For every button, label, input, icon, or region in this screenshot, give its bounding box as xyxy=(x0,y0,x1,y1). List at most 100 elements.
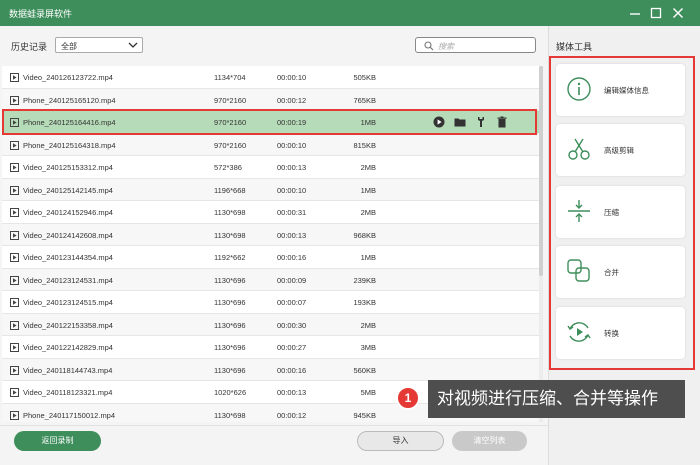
filter-value: 全部 xyxy=(61,42,77,51)
tool-label: 高级剪辑 xyxy=(604,146,634,155)
file-name: Video_240123124531.mp4 xyxy=(23,275,113,285)
file-row[interactable]: Video_240124142608.mp4 1130*698 00:00:13 96… xyxy=(2,223,543,246)
file-row[interactable]: Video_240125142145.mp4 1196*668 00:00:10 1M… xyxy=(2,178,543,201)
file-duration: 00:00:13 xyxy=(277,163,307,172)
tool-convert[interactable]: 转换 xyxy=(556,307,685,359)
file-row[interactable]: Video_240118144743.mp4 1130*696 00:00:16 56… xyxy=(2,358,543,381)
clear-list-button[interactable]: 清空列表 xyxy=(452,431,527,451)
file-duration: 00:00:10 xyxy=(277,140,307,150)
file-size: 5MB xyxy=(360,388,376,397)
tool-label: 编辑媒体信息 xyxy=(604,86,649,95)
history-label: 历史记录 xyxy=(11,42,48,52)
file-row[interactable]: Video_240124152946.mp4 1130*698 00:00:31 2M… xyxy=(2,201,543,224)
video-file-icon xyxy=(10,95,19,107)
file-row[interactable]: Phone_240125165120.mp4 970*2160 00:00:12 76… xyxy=(2,88,543,111)
callout-text: 对视频进行压缩、合并等操作 xyxy=(428,380,685,418)
file-row[interactable]: Video_240122153358.mp4 1130*696 00:00:30 2M… xyxy=(2,313,543,336)
media-tools-title: 媒体工具 xyxy=(556,42,593,52)
filter-select[interactable]: 全部 xyxy=(55,37,143,53)
scrollbar-thumb[interactable] xyxy=(539,66,543,276)
tool-merge[interactable]: 合并 xyxy=(556,246,685,298)
file-size: 560KB xyxy=(353,365,376,375)
file-duration: 00:00:13 xyxy=(277,388,307,397)
window-title: 数据蛙录屏软件 xyxy=(9,9,73,19)
file-row[interactable]: Video_240123124531.mp4 1130*696 00:00:09 23… xyxy=(2,268,543,291)
file-resolution: 970*2160 xyxy=(214,95,247,105)
video-file-icon xyxy=(10,410,19,422)
file-resolution: 970*2160 xyxy=(214,118,247,127)
file-size: 3MB xyxy=(360,343,376,352)
file-name: Video_240126123722.mp4 xyxy=(23,73,113,82)
file-name: Video_240123124515.mp4 xyxy=(23,298,113,307)
tool-advanced-edit[interactable]: 高级剪辑 xyxy=(556,124,685,176)
file-name: Video_240118123321.mp4 xyxy=(23,388,113,397)
import-button[interactable]: 导入 xyxy=(357,431,444,451)
file-duration: 00:00:27 xyxy=(277,343,307,352)
file-size: 193KB xyxy=(353,298,376,307)
tool-compress[interactable]: 压缩 xyxy=(556,186,685,238)
file-duration: 00:00:12 xyxy=(277,410,307,420)
file-size: 1MB xyxy=(360,118,376,127)
file-duration: 00:00:07 xyxy=(277,298,307,307)
info-icon xyxy=(567,77,591,101)
delete-icon[interactable] xyxy=(496,116,508,128)
file-name: Phone_240125164416.mp4 xyxy=(23,118,116,127)
file-resolution: 1134*704 xyxy=(214,73,246,82)
file-name: Video_240122142829.mp4 xyxy=(23,343,113,352)
file-size: 239KB xyxy=(353,275,376,285)
file-name: Video_240125153312.mp4 xyxy=(23,163,113,172)
folder-icon[interactable] xyxy=(454,116,466,128)
file-resolution: 1192*662 xyxy=(214,253,246,262)
file-name: Video_240124152946.mp4 xyxy=(23,208,113,217)
file-row[interactable]: Phone_240125164416.mp4 970*2160 00:00:19 1M… xyxy=(2,111,543,134)
video-file-icon xyxy=(10,230,19,242)
tools-icon[interactable] xyxy=(475,116,487,128)
file-resolution: 970*2160 xyxy=(214,140,247,150)
video-file-icon xyxy=(10,253,19,264)
file-row[interactable]: Video_240123144354.mp4 1192*662 00:00:16 1M… xyxy=(2,246,543,269)
file-size: 2MB xyxy=(360,208,376,217)
file-name: Video_240122153358.mp4 xyxy=(23,320,113,330)
maximize-icon[interactable] xyxy=(647,4,665,22)
file-resolution: 1130*698 xyxy=(214,410,246,420)
file-resolution: 1130*698 xyxy=(214,230,246,240)
file-size: 2MB xyxy=(360,320,376,330)
file-row[interactable]: Video_240122142829.mp4 1130*696 00:00:27 3M… xyxy=(2,336,543,359)
scissors-icon xyxy=(568,138,590,160)
compress-icon xyxy=(568,200,590,222)
file-resolution: 1130*696 xyxy=(214,320,246,330)
minimize-icon[interactable] xyxy=(626,4,644,22)
file-size: 505KB xyxy=(353,73,376,82)
file-name: Video_240124142608.mp4 xyxy=(23,230,113,240)
video-file-icon xyxy=(10,388,19,399)
file-size: 1MB xyxy=(360,185,376,195)
chevron-down-icon xyxy=(128,42,138,48)
file-resolution: 1130*696 xyxy=(214,275,246,285)
file-resolution: 572*386 xyxy=(214,163,242,172)
back-to-record-button[interactable]: 返回录制 xyxy=(14,431,101,451)
file-name: Phone_240125164318.mp4 xyxy=(23,140,116,150)
file-duration: 00:00:16 xyxy=(277,365,307,375)
file-duration: 00:00:31 xyxy=(277,208,307,217)
title-bar: 数据蛙录屏软件 xyxy=(0,0,700,26)
file-resolution: 1196*668 xyxy=(214,185,246,195)
file-name: Video_240123144354.mp4 xyxy=(23,253,113,262)
file-size: 1MB xyxy=(360,253,376,262)
tool-label: 压缩 xyxy=(604,208,619,217)
search-input[interactable]: 搜索 xyxy=(415,37,536,53)
file-size: 765KB xyxy=(353,95,376,105)
play-icon[interactable] xyxy=(433,116,445,128)
video-file-icon xyxy=(10,320,19,332)
video-file-icon xyxy=(10,275,19,287)
tool-edit-media-info[interactable]: 编辑媒体信息 xyxy=(556,64,685,116)
tool-label: 转换 xyxy=(604,329,619,338)
file-duration: 00:00:30 xyxy=(277,320,307,330)
file-name: Phone_240117150012.mp4 xyxy=(23,410,116,420)
file-row[interactable]: Video_240126123722.mp4 1134*704 00:00:10 50… xyxy=(2,66,543,89)
video-file-icon xyxy=(10,343,19,354)
video-file-icon xyxy=(10,118,19,129)
file-row[interactable]: Phone_240125164318.mp4 970*2160 00:00:10 81… xyxy=(2,133,543,156)
close-icon[interactable] xyxy=(669,4,687,22)
file-row[interactable]: Video_240123124515.mp4 1130*696 00:00:07 19… xyxy=(2,291,543,314)
file-row[interactable]: Video_240125153312.mp4 572*386 00:00:13 2MB xyxy=(2,156,543,179)
